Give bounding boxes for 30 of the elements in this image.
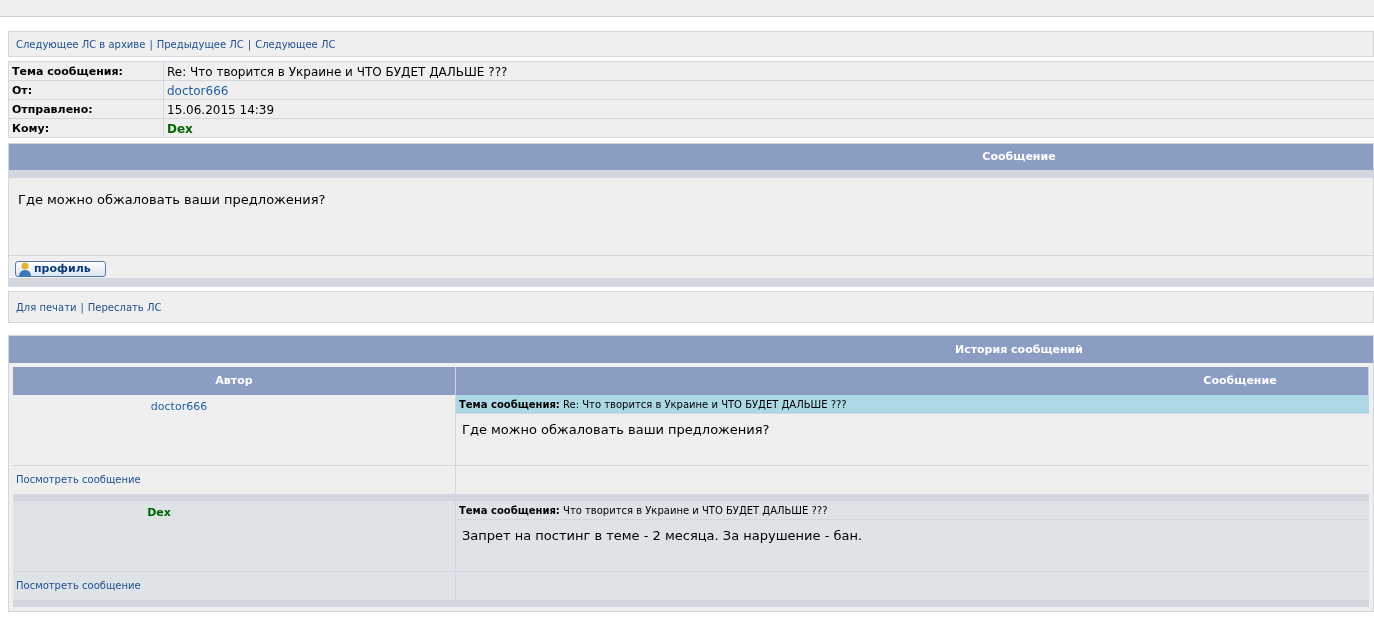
view-message-link[interactable]: Посмотреть сообщение — [16, 580, 141, 591]
author-link[interactable]: doctor666 — [13, 399, 455, 416]
nav-link[interactable]: Предыдущее ЛС — [156, 36, 244, 52]
author-link[interactable]: Dex — [13, 505, 455, 522]
nav-link[interactable]: Для печати — [16, 299, 77, 315]
post-body: Запрет на постинг в теме - 2 месяца. За нарушение - бан. — [461, 527, 864, 545]
nav-link[interactable]: Переслать ЛС — [87, 299, 162, 315]
link-separator: | — [149, 37, 153, 52]
user-icon — [18, 261, 32, 277]
message-header: Сообщение — [9, 144, 1373, 170]
column-header: Автор — [13, 367, 456, 395]
post-body: Где можно обжаловать ваши предложения? — [461, 421, 771, 439]
field-value: Re: Что творится в Украине и ЧТО БУДЕТ ДАЛЬШЕ ??? — [166, 64, 509, 80]
nav-link[interactable]: Следующее ЛС в архиве — [16, 36, 146, 52]
subject-line: Тема сообщения: Что творится в Украине и ЧТО БУДЕТ ДАЛЬШЕ ??? — [456, 501, 1369, 520]
history-header: История сообщений — [9, 336, 1373, 363]
field-label: Кому: — [9, 119, 164, 137]
link-separator: | — [80, 300, 84, 315]
field-label: От: — [9, 81, 164, 99]
username-link[interactable]: Dex — [164, 119, 196, 137]
field-label: Тема сообщения: — [9, 62, 164, 80]
nav-link[interactable]: Следующее ЛС — [255, 36, 336, 52]
field-label: Отправлено: — [9, 100, 164, 118]
message-body: Где можно обжаловать ваши предложения? — [9, 170, 1373, 256]
field-value: 15.06.2015 14:39 — [166, 102, 276, 118]
view-message-link[interactable]: Посмотреть сообщение — [16, 474, 141, 485]
username-link[interactable]: doctor666 — [164, 81, 232, 99]
profile-button[interactable]: профиль — [15, 261, 106, 277]
column-header: Сообщение — [456, 367, 1369, 395]
link-separator: | — [247, 37, 252, 52]
